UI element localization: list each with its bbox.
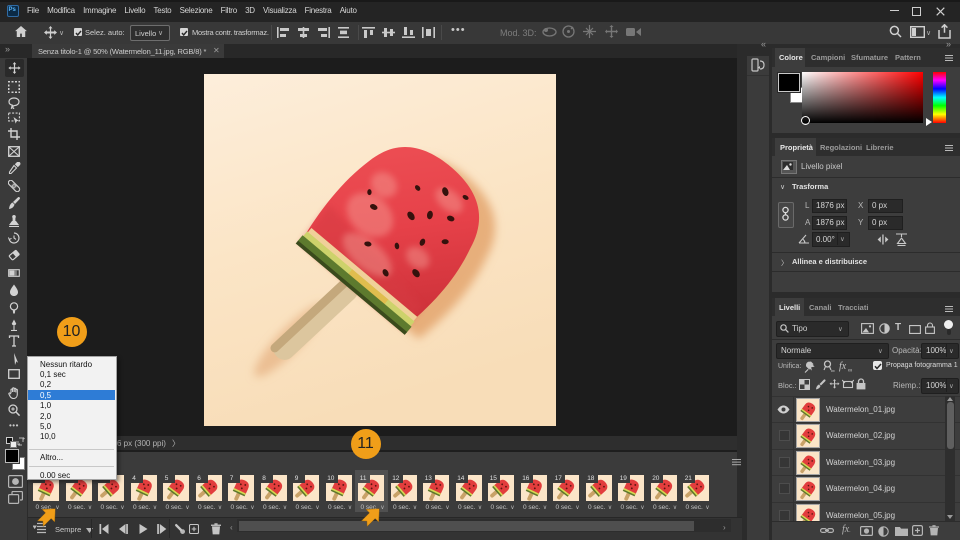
svg-text:fx: fx — [839, 361, 847, 372]
svg-text:∞: ∞ — [848, 368, 852, 373]
svg-text:∞: ∞ — [831, 369, 835, 374]
